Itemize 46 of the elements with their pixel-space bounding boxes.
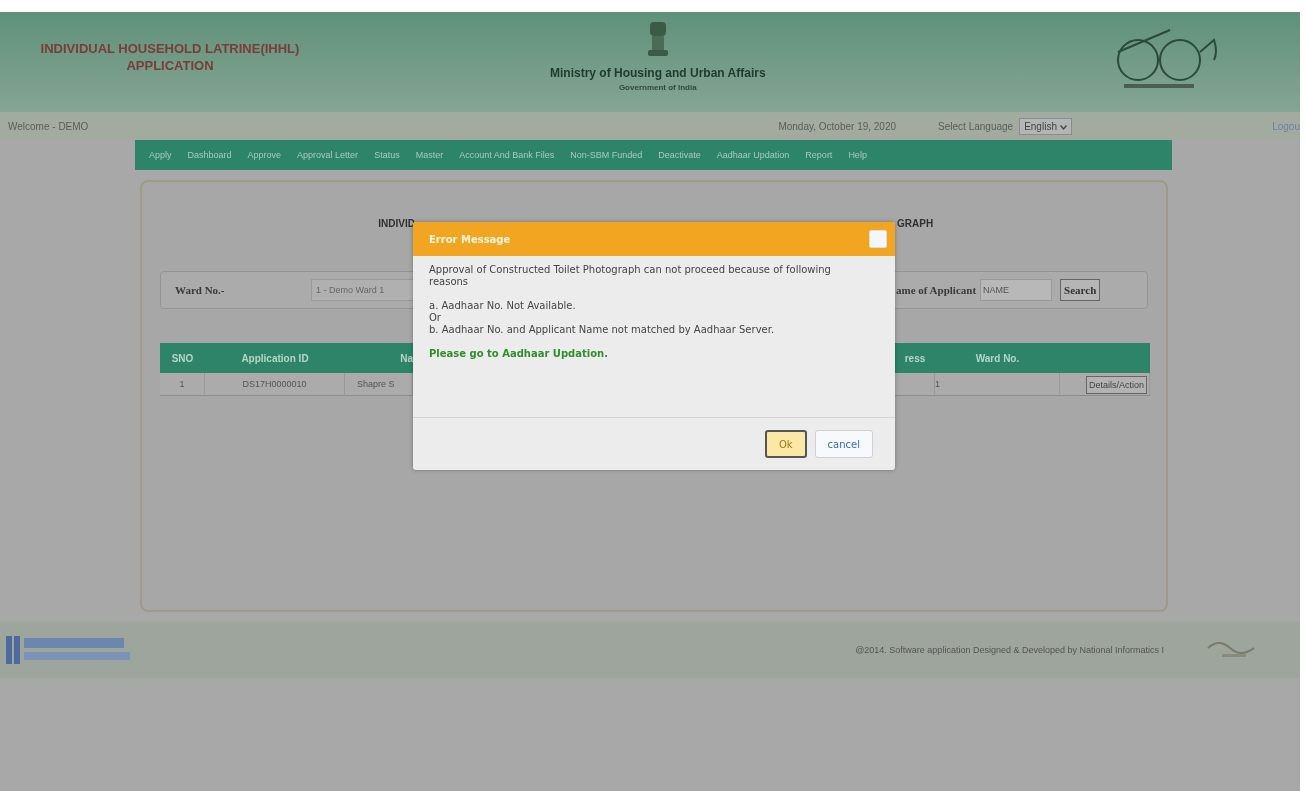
nav-item[interactable]: Apply bbox=[141, 150, 180, 160]
chevron-down-icon bbox=[1059, 124, 1067, 130]
updation-hint: Please go to Aadhaar Updation. bbox=[429, 348, 609, 360]
search-button[interactable]: Search bbox=[1060, 279, 1101, 301]
message-line: Approval of Constructed Toilet Photograph can not proceed because of following reasons bbox=[429, 264, 832, 288]
ok-button[interactable]: Ok bbox=[764, 430, 807, 458]
app-title: INDIVIDUAL HOUSEHOLD LATRINE(IHHL) APPLICATION bbox=[40, 40, 300, 74]
nav-item[interactable]: Aadhaar Updation bbox=[708, 150, 798, 160]
nav-item[interactable]: Master bbox=[407, 150, 452, 160]
close-button[interactable] bbox=[869, 230, 887, 248]
nav-item[interactable]: Approval Letter bbox=[289, 150, 367, 160]
welcome-text: Welcome - DEMO bbox=[8, 120, 89, 132]
message-line: a. Aadhaar No. Not Available. bbox=[429, 300, 577, 312]
details-button[interactable]: Details/Action bbox=[1085, 376, 1147, 394]
applicant-name-label: ame of Applicant bbox=[896, 284, 977, 296]
name-field[interactable]: NAME bbox=[980, 279, 1053, 301]
cancel-button[interactable]: cancel bbox=[814, 430, 873, 458]
dialog-title: Error Message bbox=[429, 233, 511, 245]
column-header: Na bbox=[345, 343, 413, 373]
government-name: Government of India bbox=[618, 83, 697, 92]
ministry-name: Ministry of Housing and Urban Affairs bbox=[550, 66, 766, 80]
nav-item[interactable]: Approve bbox=[239, 150, 290, 160]
nav-item[interactable]: Deactivate bbox=[650, 150, 709, 160]
table-cell: 1 bbox=[935, 373, 1060, 396]
nav-item[interactable]: Non-SBM Funded bbox=[562, 150, 651, 160]
nav-item[interactable]: Help bbox=[840, 150, 875, 160]
column-header: ress bbox=[895, 343, 935, 373]
nav-item[interactable]: Report bbox=[797, 150, 841, 160]
nav-item[interactable]: Status bbox=[366, 150, 408, 160]
page-title: GRAPH bbox=[897, 218, 934, 229]
table-cell: 1 bbox=[160, 373, 205, 396]
page-title: INDIVID bbox=[377, 218, 415, 229]
ward-select[interactable]: 1 - Demo Ward 1 bbox=[311, 279, 414, 301]
column-header: SNO bbox=[160, 343, 205, 373]
language-label: Select Language bbox=[938, 120, 1014, 132]
table-cell: DS17H0000010 bbox=[205, 373, 345, 396]
language-select[interactable]: English bbox=[1019, 117, 1072, 135]
nav-item[interactable]: Dashboard bbox=[179, 150, 240, 160]
column-header: Application ID bbox=[205, 343, 345, 373]
message-line: b. Aadhaar No. and Applicant Name not matched by Aadhaar Server. bbox=[429, 324, 776, 336]
table-cell: Shapre S bbox=[345, 373, 413, 396]
ward-label: Ward No.- bbox=[175, 284, 226, 296]
date-text: Monday, October 19, 2020 bbox=[778, 120, 897, 132]
message-line: Or bbox=[429, 312, 442, 324]
nav-item[interactable]: Account And Bank Files bbox=[451, 150, 563, 160]
column-header: Ward No. bbox=[935, 343, 1060, 373]
